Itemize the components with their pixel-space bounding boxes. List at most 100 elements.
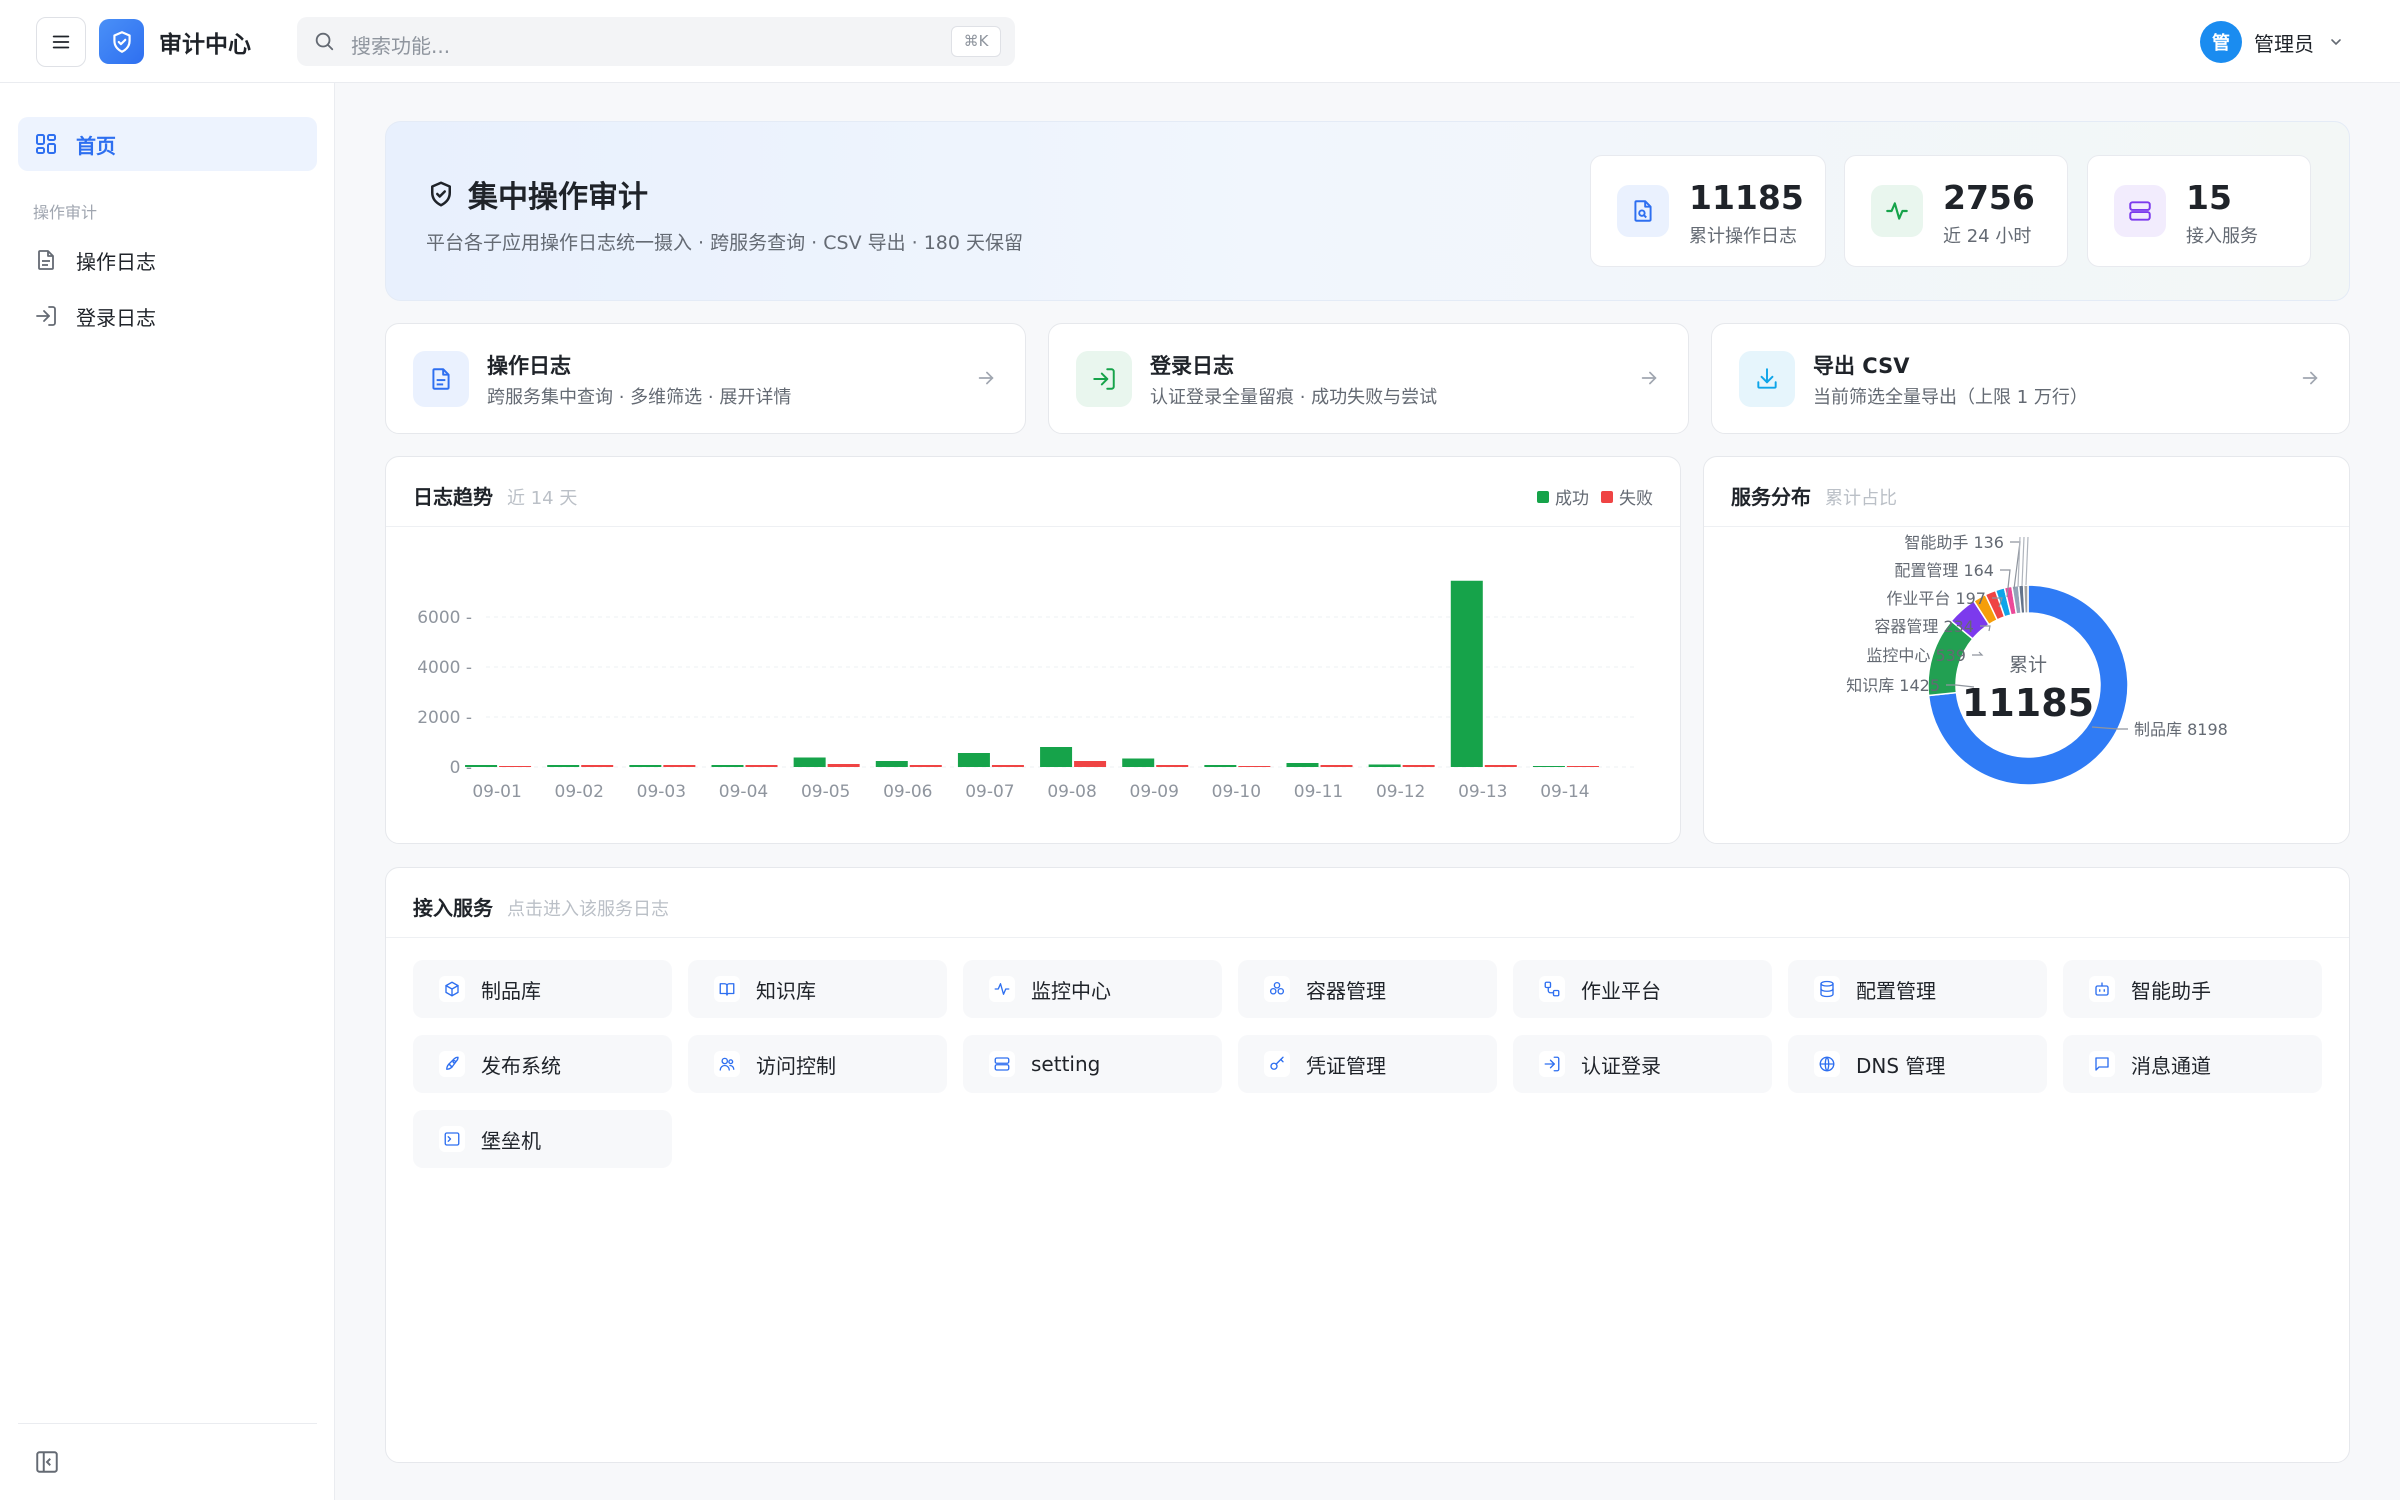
bar-success[interactable] [1204,765,1237,767]
bar-fail[interactable] [1566,766,1599,767]
page-title-text: 集中操作审计 [468,180,648,215]
book-icon [714,976,740,1002]
stat-label: 近 24 小时 [1943,226,2032,247]
service-tile[interactable]: 访问控制 [688,1035,947,1093]
bar-success[interactable] [547,765,580,767]
sidebar-item-label: 登录日志 [76,305,156,330]
file-text-icon [38,250,54,270]
panel-title: 服务分布 累计占比 [1731,481,1897,510]
menu-toggle-button[interactable] [36,17,86,67]
quick-card-export-csv[interactable]: 导出 CSV 当前筛选全量导出（上限 1 万行） [1711,323,2350,434]
service-tile-label: 容器管理 [1306,978,1386,1003]
bar-success[interactable] [711,765,744,767]
bar-fail[interactable] [581,765,614,767]
bar-success[interactable] [793,757,826,768]
service-tile[interactable]: 智能助手 [2063,960,2322,1018]
stat-value: 11185 [1689,178,1804,217]
service-tile[interactable]: 配置管理 [1788,960,2047,1018]
legend-swatch [1537,490,1549,503]
search-icon [315,32,334,51]
bar-fail[interactable] [1074,761,1107,767]
stat-card-24h: 2756 近 24 小时 [1844,155,2068,267]
sidebar-item-login-log[interactable]: 登录日志 [18,291,317,341]
bar-fail[interactable] [991,765,1024,767]
x-tick-label: 09-11 [1294,782,1343,802]
service-tile[interactable]: 发布系统 [413,1035,672,1093]
bar-success[interactable] [1040,747,1073,767]
search-box[interactable]: 搜索功能... ⌘K [297,17,1015,66]
bar-success[interactable] [1286,763,1319,767]
bar-success[interactable] [1532,766,1565,767]
pie-slice[interactable] [2022,584,2029,614]
bar-fail[interactable] [1484,765,1517,767]
bar-fail[interactable] [1156,765,1189,767]
rocket-icon [439,1051,465,1077]
quick-card-title: 登录日志 [1150,354,1234,378]
panel-collapse-icon[interactable] [34,1449,60,1475]
pie-label: 知识库 1425 [1846,676,1940,695]
quick-card-title: 导出 CSV [1813,354,1910,378]
user-menu[interactable]: 管 管理员 [2200,20,2344,64]
pie-label: 制品库 8198 [2134,720,2228,739]
sidebar-item-label: 首页 [76,133,116,158]
bar-success[interactable] [465,765,498,767]
file-search-icon [1617,185,1669,237]
service-tile[interactable]: setting [963,1035,1222,1093]
sidebar-item-label: 操作日志 [76,249,156,274]
service-tile[interactable]: 凭证管理 [1238,1035,1497,1093]
pie-label: 容器管理 234 [1874,617,1974,636]
bar-fail[interactable] [1402,765,1435,767]
panel-header: 服务分布 累计占比 [1704,457,2349,527]
service-tile[interactable]: 监控中心 [963,960,1222,1018]
service-tile-label: 制品库 [481,978,541,1003]
x-tick-label: 09-07 [965,782,1014,802]
bar-success[interactable] [629,765,662,767]
quick-card-operation-log[interactable]: 操作日志 跨服务集中查询 · 多维筛选 · 展开详情 [385,323,1026,434]
bar-success[interactable] [1450,580,1483,767]
workflow-icon [1539,976,1565,1002]
log-in-icon [36,306,56,326]
service-tile[interactable]: DNS 管理 [1788,1035,2047,1093]
activity-icon [989,976,1015,1002]
pie-label: 配置管理 164 [1894,561,1994,580]
terminal-icon [439,1126,465,1152]
service-tile[interactable]: 制品库 [413,960,672,1018]
service-tile-label: 配置管理 [1856,978,1936,1003]
pie-leader-line [1972,651,1984,656]
bar-fail[interactable] [827,764,860,767]
page-subtitle: 平台各子应用操作日志统一摄入 · 跨服务查询 · CSV 导出 · 180 天保… [426,232,1024,254]
bar-fail[interactable] [1238,766,1271,767]
top-bar: 审计中心 搜索功能... ⌘K 管 管理员 [0,0,2400,83]
service-tile-label: 发布系统 [481,1053,561,1078]
x-tick-label: 09-08 [1047,782,1096,802]
service-tile[interactable]: 知识库 [688,960,947,1018]
bar-fail[interactable] [745,765,778,767]
bar-success[interactable] [957,753,990,767]
arrow-right-icon [2302,371,2318,385]
bar-success[interactable] [1122,758,1155,768]
service-tile-label: DNS 管理 [1856,1053,1946,1078]
service-tile[interactable]: 作业平台 [1513,960,1772,1018]
x-tick-label: 09-02 [555,782,604,802]
bar-fail[interactable] [663,765,696,767]
service-tile[interactable]: 认证登录 [1513,1035,1772,1093]
service-tile[interactable]: 消息通道 [2063,1035,2322,1093]
trend-panel: 日志趋势近 14 天 成功 失败 0 - 2000 - 4000 - 6000 - 09… [385,456,1681,844]
service-tile[interactable]: 容器管理 [1238,960,1497,1018]
bar-success[interactable] [875,761,908,767]
bar-success[interactable] [1368,764,1401,768]
service-tile-label: 作业平台 [1581,978,1661,1003]
sidebar-item-home[interactable]: 首页 [18,117,317,171]
service-tile[interactable]: 堡垒机 [413,1110,672,1168]
legend-item-fail[interactable]: 失败 [1601,484,1653,509]
stat-label: 接入服务 [2186,226,2258,247]
sidebar-item-operation-log[interactable]: 操作日志 [18,235,317,285]
bar-fail[interactable] [909,765,942,767]
arrow-right-icon [1641,371,1657,385]
pie-label: 作业平台 197 [1886,589,1986,608]
legend-item-success[interactable]: 成功 [1537,484,1589,509]
quick-card-login-log[interactable]: 登录日志 认证登录全量留痕 · 成功失败与尝试 [1048,323,1689,434]
bar-fail[interactable] [499,766,532,767]
stat-card-services: 15 接入服务 [2087,155,2311,267]
bar-fail[interactable] [1320,765,1353,767]
